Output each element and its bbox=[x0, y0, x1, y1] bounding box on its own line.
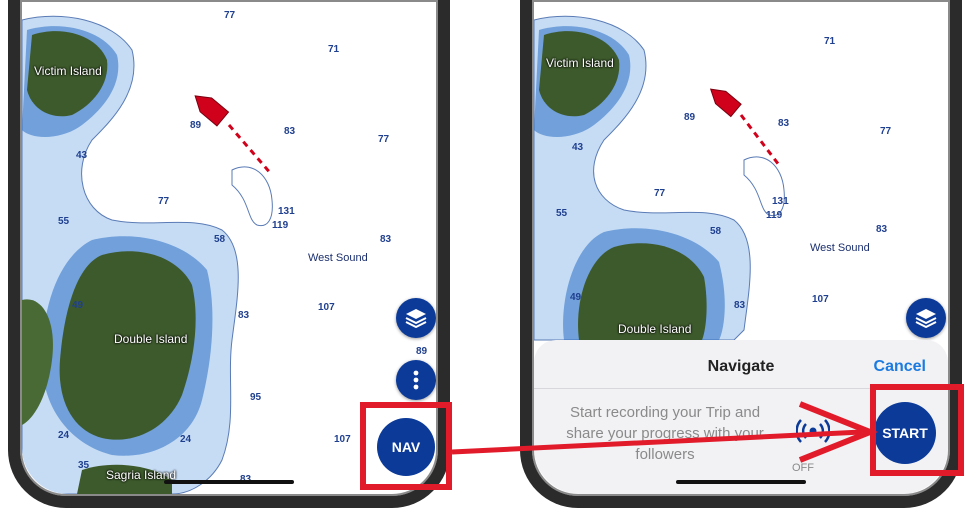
nav-highlight-box bbox=[360, 402, 452, 490]
start-highlight-box bbox=[870, 384, 964, 476]
